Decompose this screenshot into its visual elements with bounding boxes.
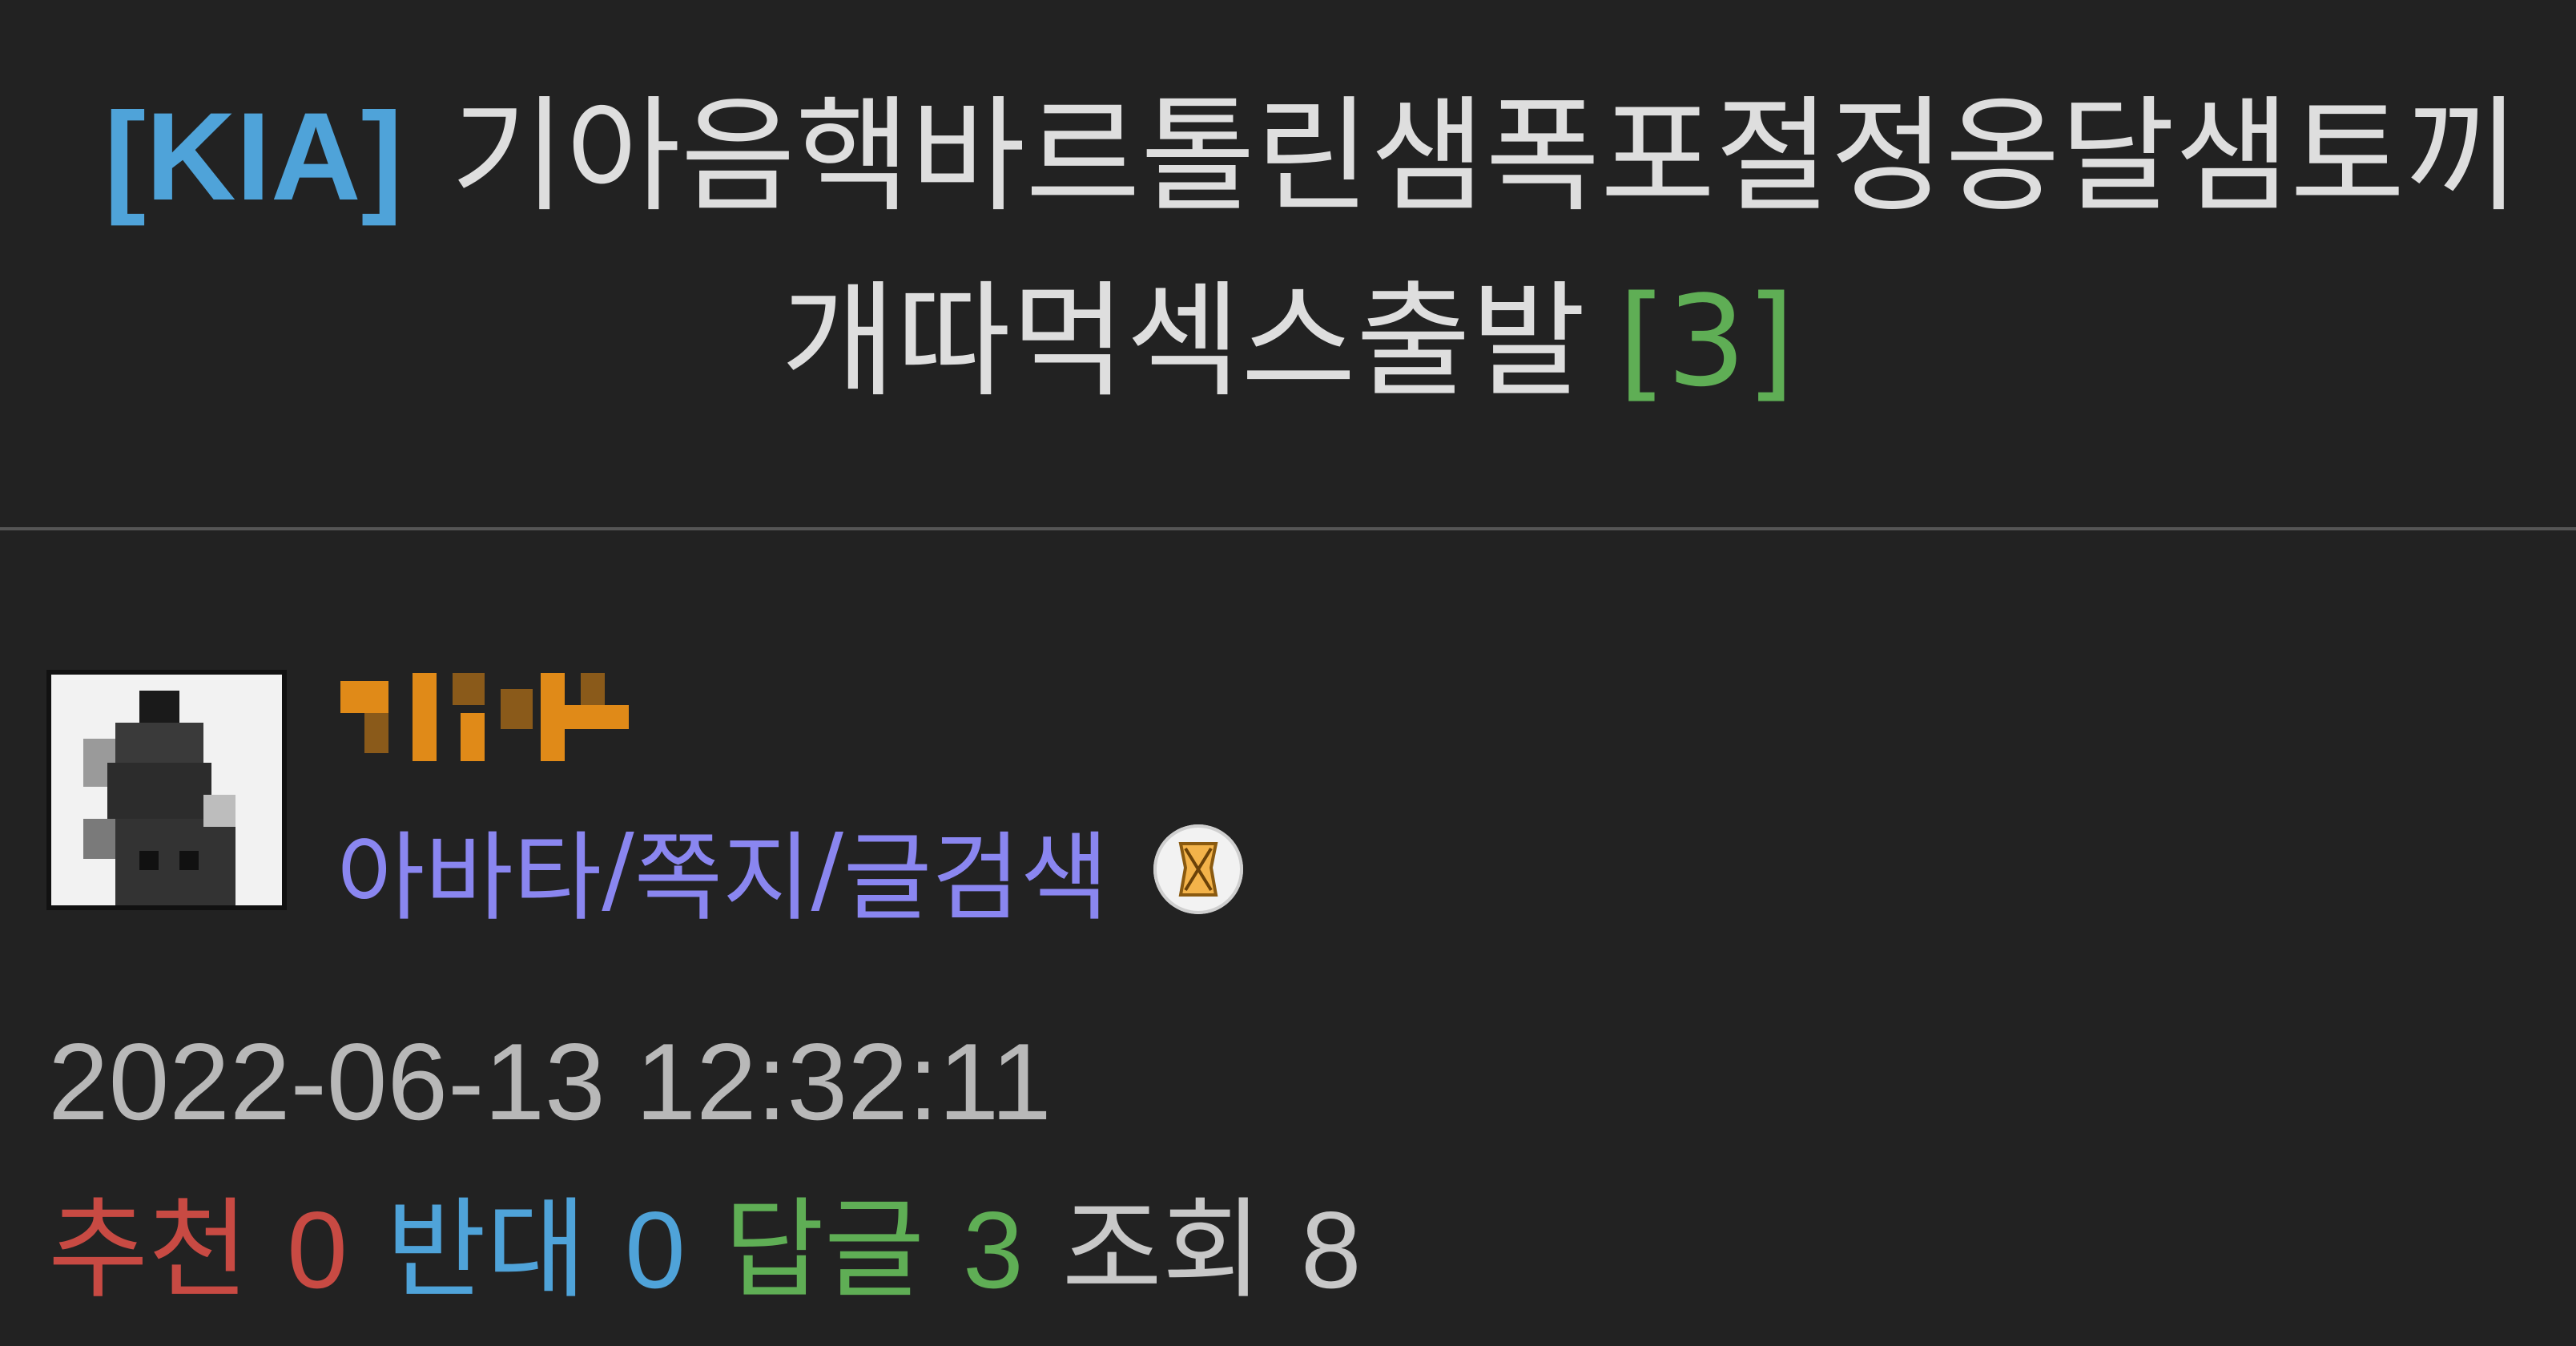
recommend-label[interactable]: 추천: [48, 1187, 248, 1314]
avatar-mosaic: [83, 691, 244, 905]
oppose-count: 0: [625, 1189, 686, 1311]
post-view: [KIA] 기아음핵바르톨린샘폭포절정옹달샘토끼 개따먹섹스출발 [3] 아바타 / 쪽…: [0, 0, 2576, 1346]
avatar-link[interactable]: 아바타: [336, 800, 602, 939]
post-title-line-2: 개따먹섹스출발 [3]: [0, 249, 2576, 433]
post-search-link[interactable]: 글검색: [843, 800, 1109, 939]
oppose-label[interactable]: 반대: [386, 1187, 586, 1314]
link-separator: /: [811, 813, 843, 925]
post-title: [KIA] 기아음핵바르톨린샘폭포절정옹달샘토끼 개따먹섹스출발 [3]: [0, 64, 2576, 433]
post-stats: 추천 0 반대 0 답글 3 조회 8: [48, 1178, 1362, 1323]
reply-label[interactable]: 답글: [724, 1187, 924, 1314]
category-tag[interactable]: [KIA]: [104, 87, 403, 227]
title-divider: [0, 527, 2576, 530]
post-datetime: 2022-06-13 12:32:11: [48, 1021, 1052, 1142]
reply-count-badge[interactable]: [3]: [1618, 268, 1795, 414]
author-links: 아바타 / 쪽지 / 글검색: [336, 800, 1244, 939]
link-separator: /: [602, 813, 634, 925]
author-avatar[interactable]: [46, 670, 287, 910]
level-badge-icon: [1153, 824, 1244, 914]
post-title-text-2: 개따먹섹스출발: [781, 268, 1586, 414]
view-count: 8: [1300, 1189, 1362, 1311]
post-title-text-1: 기아음핵바르톨린샘폭포절정옹달샘토끼: [450, 83, 2520, 229]
post-title-line-1: [KIA] 기아음핵바르톨린샘폭포절정옹달샘토끼: [0, 64, 2576, 249]
view-label: 조회: [1061, 1187, 1262, 1314]
author-name-mosaic[interactable]: [340, 657, 661, 777]
recommend-count: 0: [287, 1189, 348, 1311]
reply-count: 3: [963, 1189, 1024, 1311]
message-link[interactable]: 쪽지: [634, 800, 811, 939]
